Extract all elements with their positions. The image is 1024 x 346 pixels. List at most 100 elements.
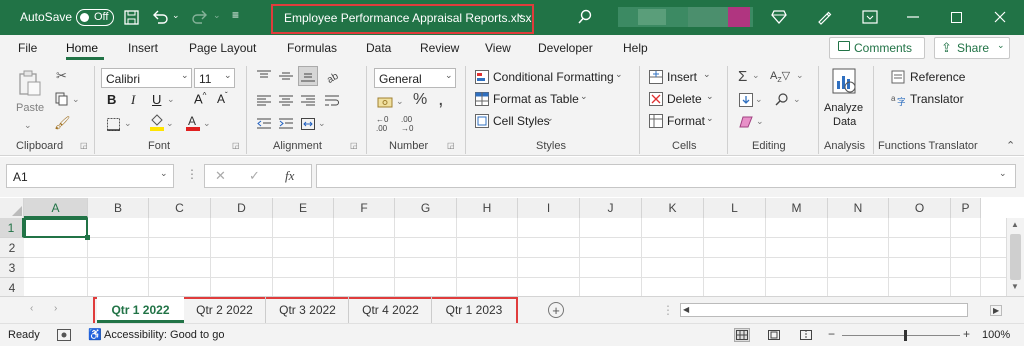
scroll-up-icon[interactable]: ▲ <box>1011 220 1019 229</box>
add-sheet-icon[interactable]: + <box>548 302 564 318</box>
decrease-indent-icon[interactable] <box>256 116 272 132</box>
customize-toolbar-icon[interactable]: ≡ <box>232 8 239 22</box>
align-center-icon[interactable] <box>278 93 294 109</box>
cancel-icon[interactable]: ✕ <box>215 168 226 184</box>
normal-view-icon[interactable] <box>734 328 750 342</box>
find-dropdown-icon[interactable]: ⌄ <box>793 94 801 105</box>
sheet-tab-5[interactable]: Qtr 1 2023 <box>433 297 515 323</box>
insert-function-icon[interactable]: fx <box>285 168 294 184</box>
alignment-launcher-icon[interactable]: ◲ <box>350 141 358 150</box>
sheet-tab-4[interactable]: Qtr 4 2022 <box>350 297 432 323</box>
column-header-J[interactable]: J <box>580 198 642 218</box>
font-color-dropdown-icon[interactable]: ⌄ <box>203 118 211 129</box>
formula-bar-grip-icon[interactable]: ⋮ <box>186 167 198 181</box>
analyze-data-button[interactable]: Analyze Data <box>822 66 868 132</box>
zoom-slider[interactable] <box>842 330 960 341</box>
number-launcher-icon[interactable]: ◲ <box>447 141 455 150</box>
row-header-1[interactable]: 1 <box>0 218 24 238</box>
autosave-toggle[interactable]: Off <box>76 9 114 26</box>
zoom-slider-thumb[interactable] <box>904 330 907 341</box>
worksheet-grid[interactable]: ABCDEFGHIJKLMNOP 1234 ▲ ▼ <box>0 198 1024 298</box>
fill-color-icon[interactable] <box>148 114 166 132</box>
format-painter-icon[interactable]: 🖌 <box>54 115 71 131</box>
scroll-right-icon[interactable]: ▶ <box>990 305 1003 316</box>
tab-review[interactable]: Review <box>420 41 459 55</box>
conditional-formatting-button[interactable]: Conditional Formatting ⌄ <box>474 68 629 86</box>
decrease-decimal-icon[interactable]: .00 →0 <box>401 115 413 133</box>
font-launcher-icon[interactable]: ◲ <box>232 141 240 150</box>
tab-insert[interactable]: Insert <box>128 41 158 55</box>
borders-dropdown-icon[interactable]: ⌄ <box>124 118 132 129</box>
redo-icon[interactable] <box>190 8 210 26</box>
column-header-F[interactable]: F <box>334 198 395 218</box>
column-header-I[interactable]: I <box>518 198 580 218</box>
delete-cells-button[interactable]: Delete ⌄ <box>648 90 718 108</box>
percent-icon[interactable]: % <box>413 91 427 109</box>
top-align-icon[interactable] <box>256 68 272 84</box>
undo-dropdown-icon[interactable]: ⌄ <box>172 10 180 21</box>
next-sheet-icon[interactable]: › <box>54 303 57 314</box>
increase-decimal-icon[interactable]: ←0.00 <box>376 115 388 133</box>
autosum-dropdown-icon[interactable]: ⌄ <box>752 70 760 81</box>
reference-button[interactable]: Reference <box>890 68 970 86</box>
find-select-icon[interactable] <box>774 91 790 107</box>
tab-view[interactable]: View <box>485 41 511 55</box>
tab-split-grip-icon[interactable]: ⋮ <box>662 303 674 317</box>
expand-formula-icon[interactable]: ⌄ <box>999 168 1007 179</box>
translator-button[interactable]: a字 Translator <box>890 90 970 108</box>
sheet-tab-1[interactable]: Qtr 1 2022 <box>97 297 184 323</box>
column-header-E[interactable]: E <box>273 198 334 218</box>
bold-icon[interactable]: B <box>107 92 116 107</box>
bottom-align-icon[interactable] <box>298 66 318 86</box>
page-break-view-icon[interactable] <box>798 328 814 342</box>
font-size-select[interactable]: 11 ⌄ <box>194 68 235 88</box>
vertical-scrollbar[interactable]: ▲ ▼ <box>1006 218 1024 296</box>
wrap-text-icon[interactable] <box>324 93 340 109</box>
enter-icon[interactable]: ✓ <box>249 168 260 184</box>
save-icon[interactable] <box>122 8 140 26</box>
font-color-icon[interactable]: A <box>184 114 202 132</box>
clipboard-launcher-icon[interactable]: ◲ <box>80 141 88 150</box>
column-header-G[interactable]: G <box>395 198 457 218</box>
row-header-4[interactable]: 4 <box>0 278 24 298</box>
copy-dropdown-icon[interactable]: ⌄ <box>72 94 80 105</box>
active-cell-A1[interactable] <box>24 218 88 238</box>
merge-center-icon[interactable] <box>300 116 316 132</box>
merge-dropdown-icon[interactable]: ⌄ <box>318 118 326 129</box>
insert-cells-button[interactable]: Insert ⌄ <box>648 68 718 86</box>
prev-sheet-icon[interactable]: ‹ <box>30 303 33 314</box>
number-format-select[interactable]: General ⌄ <box>374 68 456 88</box>
page-layout-view-icon[interactable] <box>766 328 782 342</box>
redo-dropdown-icon[interactable]: ⌄ <box>213 10 221 21</box>
formula-input[interactable]: ⌄ <box>316 164 1016 188</box>
column-header-A[interactable]: A <box>24 198 88 218</box>
row-header-3[interactable]: 3 <box>0 258 24 278</box>
zoom-out-icon[interactable]: − <box>828 327 835 341</box>
format-as-table-button[interactable]: Format as Table ⌄ <box>474 90 594 108</box>
clear-icon[interactable] <box>738 114 754 130</box>
column-header-N[interactable]: N <box>828 198 889 218</box>
decrease-font-icon[interactable]: Aˇ <box>217 91 228 106</box>
minimize-icon[interactable] <box>903 8 923 26</box>
middle-align-icon[interactable] <box>278 68 294 84</box>
scroll-thumb[interactable] <box>1010 234 1021 280</box>
align-left-icon[interactable] <box>256 93 272 109</box>
copy-icon[interactable] <box>53 91 71 107</box>
fill-dropdown-icon[interactable]: ⌄ <box>755 94 763 105</box>
fill-color-dropdown-icon[interactable]: ⌄ <box>166 118 174 129</box>
file-title[interactable]: Employee Performance Appraisal Reports.x… <box>284 11 531 25</box>
tab-data[interactable]: Data <box>366 41 391 55</box>
accounting-dropdown-icon[interactable]: ⌄ <box>396 96 404 107</box>
tab-home[interactable]: Home <box>66 41 98 55</box>
borders-icon[interactable] <box>105 116 121 132</box>
tab-file[interactable]: File <box>18 41 37 55</box>
collapse-ribbon-icon[interactable]: ⌃ <box>1006 139 1015 152</box>
clear-dropdown-icon[interactable]: ⌄ <box>756 116 764 127</box>
accessibility-icon[interactable]: ♿ <box>88 328 102 341</box>
pen-icon[interactable] <box>815 8 833 26</box>
sheet-tab-2[interactable]: Qtr 2 2022 <box>184 297 266 323</box>
sort-filter-icon[interactable]: AZ▽ <box>770 69 790 84</box>
sort-dropdown-icon[interactable]: ⌄ <box>796 70 804 81</box>
name-box[interactable]: A1 ⌄ <box>6 164 174 188</box>
tab-developer[interactable]: Developer <box>538 41 593 55</box>
